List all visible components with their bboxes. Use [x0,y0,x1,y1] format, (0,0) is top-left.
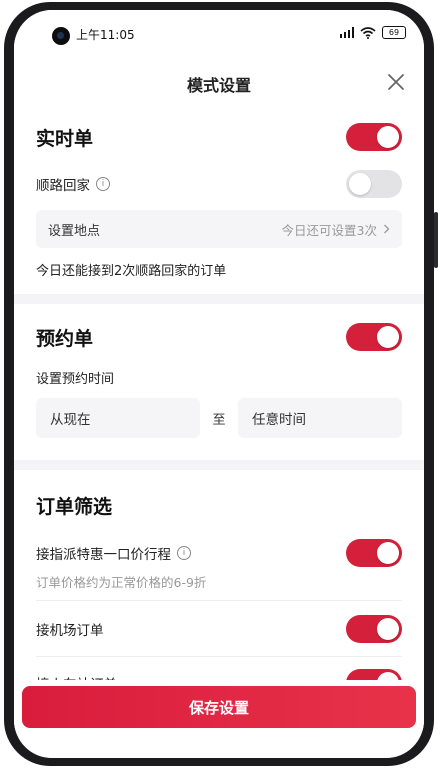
end-time-field[interactable]: 任意时间 [238,398,402,438]
status-bar: 上午11:05 69 [14,10,424,56]
header: 模式设置 [14,56,424,109]
content: 实时单 顺路回家 i 设置地点 今日还可设置3次 今日还能接到2次顺路回家的订单… [14,108,424,730]
reservation-section: 预约单 设置预约时间 从现在 至 任意时间 [14,304,424,460]
reservation-toggle[interactable] [346,323,402,351]
divider [36,656,402,657]
divider [36,600,402,601]
realtime-toggle[interactable] [346,123,402,151]
start-time-field[interactable]: 从现在 [36,398,200,438]
footer: 保存设置 [14,680,424,758]
return-home-label: 顺路回家 [36,178,90,194]
info-icon[interactable]: i [96,177,110,191]
save-button[interactable]: 保存设置 [22,686,416,728]
filter-item: 接指派特惠一口价行程 i [36,538,402,568]
time-range: 从现在 至 任意时间 [36,398,402,438]
info-icon[interactable]: i [177,546,191,560]
fixed-price-toggle[interactable] [346,539,402,567]
set-location-row[interactable]: 设置地点 今日还可设置3次 [36,210,402,248]
fixed-price-label: 接指派特惠一口价行程 [36,547,171,563]
to-separator: 至 [212,412,226,428]
status-icons: 69 [339,26,406,39]
filter-title: 订单筛选 [36,496,113,518]
realtime-section: 实时单 顺路回家 i 设置地点 今日还可设置3次 今日还能接到2次顺路回家的订单 [14,108,424,294]
page-title: 模式设置 [186,76,251,95]
fixed-price-sub: 订单价格约为正常价格的6-9折 [36,575,207,590]
set-location-value: 今日还可设置3次 [281,222,377,238]
set-location-label: 设置地点 [48,223,101,239]
chevron-right-icon [384,224,390,234]
screen: 上午11:05 69 模式设置 实时单 顺路回家 i 设置地点 今日还可设置3次… [14,10,424,758]
battery-icon: 69 [382,26,406,39]
return-home-label-wrap: 顺路回家 i [36,174,110,194]
signal-icon [339,27,354,38]
reservation-time-label: 设置预约时间 [36,372,115,387]
reservation-title: 预约单 [36,327,94,350]
airport-toggle[interactable] [346,615,402,643]
return-home-hint: 今日还能接到2次顺路回家的订单 [36,264,227,279]
airport-label: 接机场订单 [36,623,104,639]
filter-item: 接机场订单 [36,614,402,644]
realtime-title: 实时单 [36,127,94,150]
wifi-icon [360,26,376,39]
close-icon[interactable] [384,70,408,94]
status-time: 上午11:05 [76,28,135,42]
front-camera-icon [52,27,70,45]
return-home-toggle[interactable] [346,170,402,198]
phone-frame: 上午11:05 69 模式设置 实时单 顺路回家 i 设置地点 今日还可设置3次… [4,2,438,766]
